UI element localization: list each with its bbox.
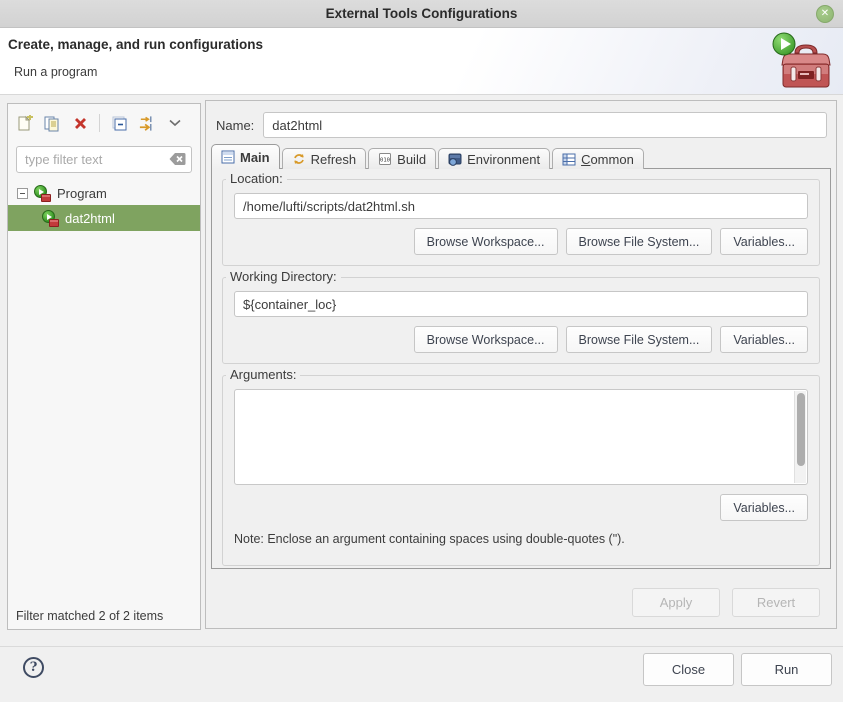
revert-button[interactable]: Revert: [732, 588, 820, 617]
tab-build[interactable]: 010 Build: [368, 148, 436, 169]
tree-item-label: dat2html: [65, 211, 115, 226]
tab-label: Environment: [467, 152, 540, 167]
tab-common[interactable]: Common: [552, 148, 644, 169]
environment-tab-icon: [448, 152, 462, 166]
arguments-group: Arguments: Variables... Note: Enclose an…: [222, 375, 820, 566]
tree-item-program[interactable]: Program: [8, 181, 200, 205]
arguments-scrollbar[interactable]: [794, 391, 806, 483]
browse-file-system-button[interactable]: Browse File System...: [566, 326, 713, 353]
scrollbar-thumb[interactable]: [797, 393, 805, 466]
tree-item-label: Program: [57, 186, 107, 201]
clear-filter-icon[interactable]: [169, 152, 186, 166]
toolbar-separator: [99, 114, 100, 132]
browse-workspace-button[interactable]: Browse Workspace...: [414, 228, 558, 255]
main-tab-content: Location: Browse Workspace... Browse Fil…: [211, 168, 831, 569]
window-title: External Tools Configurations: [326, 6, 518, 21]
window-close-icon[interactable]: ✕: [816, 5, 834, 23]
location-buttons: Browse Workspace... Browse File System..…: [234, 228, 808, 255]
main-tab-icon: [221, 150, 235, 164]
sidebar-toolbar: [8, 104, 200, 142]
arguments-note: Note: Enclose an argument containing spa…: [234, 532, 808, 546]
view-menu-chevron-icon[interactable]: [166, 114, 184, 132]
name-input[interactable]: [263, 112, 827, 138]
footer-buttons: Close Run: [643, 653, 832, 686]
new-configuration-icon[interactable]: [15, 114, 33, 132]
tab-label: Common: [581, 152, 634, 167]
program-type-icon: [34, 185, 51, 201]
tab-label: Build: [397, 152, 426, 167]
apply-revert-row: Apply Revert: [632, 588, 820, 617]
help-icon[interactable]: ?: [23, 657, 44, 678]
tab-label: Main: [240, 150, 270, 165]
working-directory-group: Working Directory: Browse Workspace... B…: [222, 277, 820, 364]
filter-input[interactable]: [16, 146, 192, 173]
filter-configurations-icon[interactable]: [138, 114, 156, 132]
browse-file-system-button[interactable]: Browse File System...: [566, 228, 713, 255]
title-bar: External Tools Configurations ✕: [0, 0, 843, 28]
location-group: Location: Browse Workspace... Browse Fil…: [222, 179, 820, 266]
collapse-expander-icon[interactable]: [17, 188, 28, 199]
common-tab-icon: [562, 153, 576, 166]
variables-button[interactable]: Variables...: [720, 494, 808, 521]
arguments-value: [241, 392, 793, 482]
variables-button[interactable]: Variables...: [720, 228, 808, 255]
collapse-all-icon[interactable]: [110, 114, 128, 132]
program-config-icon: [42, 210, 59, 226]
arguments-buttons: Variables...: [234, 494, 808, 521]
refresh-tab-icon: [292, 152, 306, 166]
name-label: Name:: [216, 118, 254, 133]
dialog-footer: ? Close Run: [0, 646, 843, 702]
tab-refresh[interactable]: Refresh: [282, 148, 367, 169]
filter-field-wrap: [16, 146, 192, 173]
build-tab-icon: 010: [378, 152, 392, 166]
tab-main[interactable]: Main: [211, 144, 280, 169]
working-directory-buttons: Browse Workspace... Browse File System..…: [234, 326, 808, 353]
external-tools-dialog: External Tools Configurations ✕ Create, …: [0, 0, 843, 702]
external-tools-toolbox-icon: [771, 31, 837, 91]
page-title: Create, manage, and run configurations: [8, 37, 263, 52]
filter-status-text: Filter matched 2 of 2 items: [16, 609, 163, 623]
variables-button[interactable]: Variables...: [720, 326, 808, 353]
run-button[interactable]: Run: [741, 653, 832, 686]
tab-label: Refresh: [311, 152, 357, 167]
delete-icon[interactable]: [71, 114, 89, 132]
configuration-editor: Name: Main Refresh 010 Build Environment: [205, 100, 837, 629]
tree-item-dat2html[interactable]: dat2html: [8, 205, 200, 231]
apply-button[interactable]: Apply: [632, 588, 720, 617]
configurations-sidebar: Program dat2html Filter matched 2 of 2 i…: [7, 103, 201, 630]
location-input[interactable]: [234, 193, 808, 219]
location-label: Location:: [226, 171, 287, 186]
working-directory-input[interactable]: [234, 291, 808, 317]
close-button[interactable]: Close: [643, 653, 734, 686]
name-row: Name:: [216, 112, 827, 138]
working-directory-label: Working Directory:: [226, 269, 341, 284]
svg-text:010: 010: [380, 158, 390, 164]
arguments-textarea[interactable]: [234, 389, 808, 485]
header-banner: Create, manage, and run configurations R…: [0, 28, 843, 95]
browse-workspace-button[interactable]: Browse Workspace...: [414, 326, 558, 353]
page-subtitle: Run a program: [14, 65, 97, 79]
configurations-tree: Program dat2html: [8, 181, 200, 231]
duplicate-icon[interactable]: [43, 114, 61, 132]
tab-environment[interactable]: Environment: [438, 148, 550, 169]
tab-bar: Main Refresh 010 Build Environment Commo…: [211, 144, 831, 169]
arguments-label: Arguments:: [226, 367, 300, 382]
